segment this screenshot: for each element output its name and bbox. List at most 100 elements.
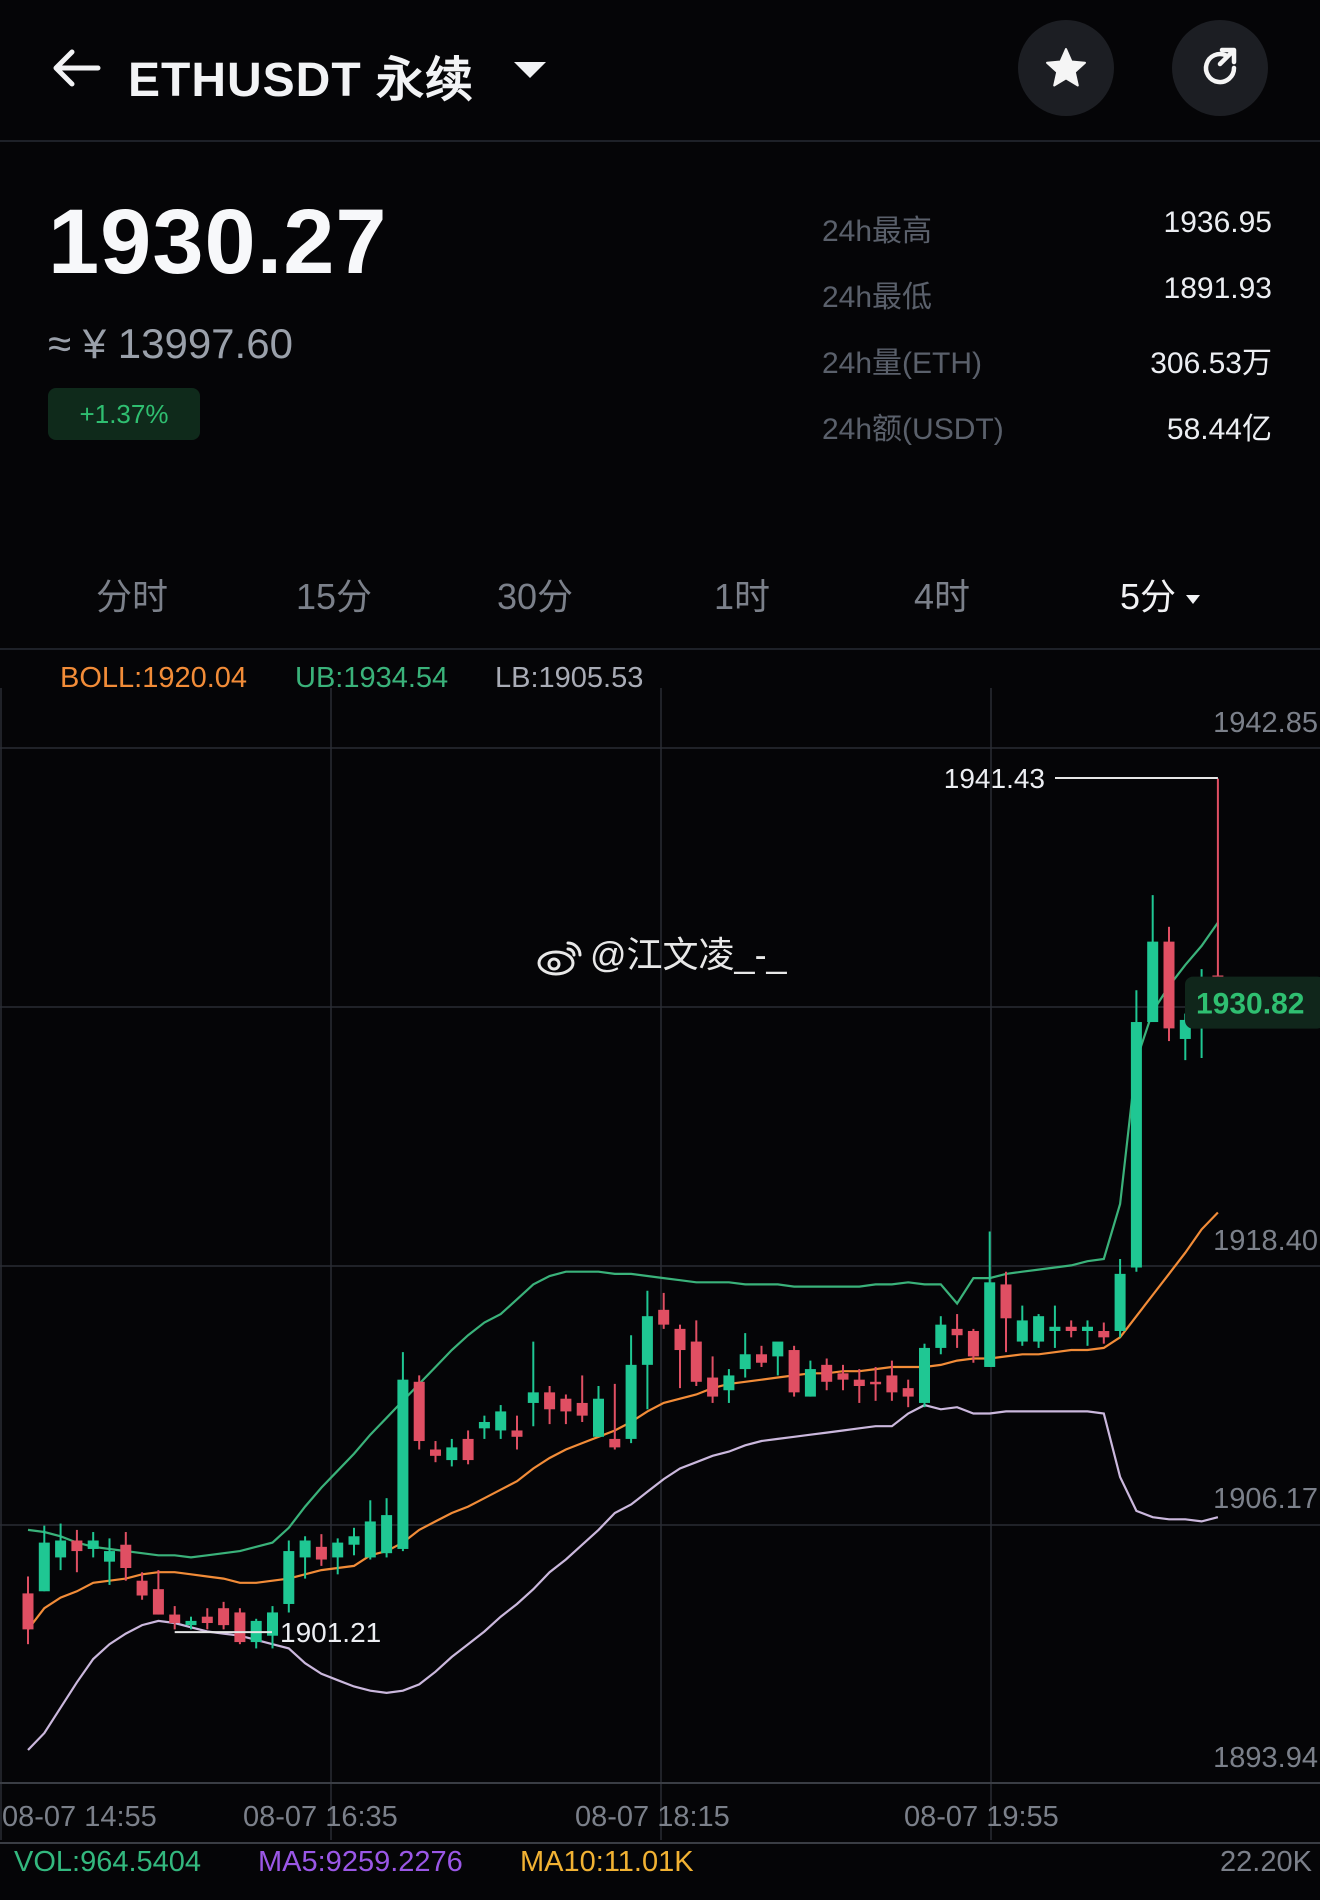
- arrow-left-icon[interactable]: [48, 44, 108, 92]
- volume-axis-max: 22.20K: [1220, 1846, 1312, 1878]
- candle-body: [1130, 1022, 1142, 1268]
- low-marker-label: 1901.21: [280, 1617, 381, 1648]
- candle-body: [1033, 1316, 1045, 1342]
- stat-24h-turnover: 24h额(USDT) 58.44亿: [822, 398, 1272, 464]
- candle-body: [71, 1540, 83, 1552]
- stat-label: 24h最高: [822, 215, 933, 248]
- candle-body: [218, 1608, 230, 1626]
- caret-down-icon[interactable]: [510, 58, 550, 82]
- stat-value: 1936.95: [1163, 206, 1272, 239]
- ma10-indicator: MA10:11.01K: [520, 1846, 694, 1878]
- candle-body: [104, 1551, 115, 1562]
- candle-body: [723, 1375, 735, 1391]
- interval-tabs: 分时 15分 30分 1时 4时 5分: [0, 560, 1320, 630]
- candle-body: [169, 1614, 181, 1624]
- candle-body: [1065, 1326, 1077, 1331]
- ma5-indicator: MA5:9259.2276: [258, 1846, 463, 1878]
- price-cny: ≈ ¥ 13997.60: [48, 320, 293, 367]
- candle-body: [348, 1536, 360, 1545]
- candle-body: [935, 1324, 947, 1348]
- boll-indicator: BOLL:1920.04: [60, 662, 248, 694]
- candle-body: [1000, 1284, 1012, 1319]
- candle-body: [625, 1364, 637, 1439]
- candle-body: [201, 1616, 213, 1624]
- candle-body: [853, 1379, 865, 1387]
- candle-body: [55, 1540, 67, 1558]
- candle-body: [478, 1421, 490, 1429]
- current-price-label: 1930.82: [1196, 988, 1304, 1021]
- x-tick-label: 08-07 16:35: [243, 1801, 398, 1833]
- stat-value: 58.44亿: [1166, 413, 1272, 446]
- caret-down-icon: [1186, 594, 1201, 604]
- candle-body: [1082, 1326, 1093, 1331]
- tab-4h[interactable]: 4时: [914, 568, 970, 620]
- candle-body: [87, 1540, 99, 1549]
- candle-body: [1147, 941, 1159, 1023]
- candle-body: [951, 1328, 963, 1336]
- candle-body: [690, 1341, 702, 1382]
- boll-lower-line: [27, 1403, 1219, 1751]
- kline-chart[interactable]: 1942.85 1918.40 1906.17 1893.94 08-07 14:55 0…: [0, 650, 1320, 1900]
- high-marker-label: 1941.43: [944, 763, 1045, 794]
- candle-body: [804, 1369, 816, 1397]
- candle-body: [185, 1620, 197, 1626]
- watermark: @江文凌_-_: [536, 926, 787, 978]
- candle-body: [788, 1350, 800, 1393]
- y-tick-label: 1906.17: [1213, 1483, 1318, 1515]
- ub-indicator: UB:1934.54: [295, 662, 449, 694]
- candle-body: [136, 1580, 148, 1596]
- candle-body: [593, 1398, 604, 1437]
- y-tick-label: 1942.85: [1213, 707, 1318, 739]
- candle-body: [756, 1354, 767, 1363]
- candle-body: [870, 1381, 882, 1385]
- candle-body: [984, 1282, 996, 1367]
- stat-value: 1891.93: [1163, 272, 1272, 305]
- candle-body: [919, 1347, 930, 1403]
- boll-upper-line: [27, 921, 1219, 1559]
- candle-body: [381, 1515, 393, 1554]
- candle-body: [1049, 1326, 1061, 1331]
- change-percent-badge: +1.37%: [48, 388, 200, 440]
- weibo-icon: [537, 941, 582, 976]
- share-button[interactable]: [1172, 20, 1268, 116]
- candle-body: [1016, 1320, 1028, 1342]
- candle-body: [430, 1449, 441, 1456]
- stat-24h-low: 24h最低 1891.93: [822, 266, 1272, 332]
- stat-label: 24h最低: [822, 281, 933, 314]
- y-tick-label: 1893.94: [1213, 1742, 1318, 1774]
- candle-body: [772, 1341, 784, 1357]
- candle-body: [413, 1381, 425, 1442]
- candle-body: [38, 1542, 50, 1592]
- stat-24h-high: 24h最高 1936.95: [822, 200, 1272, 266]
- candle-body: [544, 1392, 556, 1410]
- candle-body: [299, 1540, 311, 1558]
- tab-30m[interactable]: 30分: [497, 568, 573, 620]
- stat-label: 24h量(ETH): [822, 347, 983, 380]
- candle-body: [674, 1328, 686, 1351]
- candle-body: [821, 1364, 833, 1382]
- candle-body: [315, 1546, 327, 1560]
- x-tick-label: 08-07 14:55: [2, 1801, 157, 1833]
- candle-body: [364, 1521, 376, 1558]
- candle-body: [446, 1447, 458, 1461]
- candle-body: [609, 1438, 621, 1448]
- candle-body: [837, 1373, 849, 1380]
- candle-body: [495, 1411, 507, 1431]
- candle-body: [120, 1544, 132, 1569]
- candle-body: [234, 1612, 246, 1643]
- candle-body: [576, 1402, 588, 1416]
- stat-label: 24h额(USDT): [822, 413, 1004, 446]
- candle-body: [1114, 1273, 1126, 1331]
- volume-indicator: VOL:964.5404: [14, 1846, 202, 1878]
- symbol-title[interactable]: ETHUSDT 永续: [128, 40, 474, 110]
- last-price: 1930.27: [48, 191, 388, 293]
- tab-15m[interactable]: 15分: [296, 568, 372, 620]
- candle-body: [886, 1375, 898, 1393]
- tab-timeline[interactable]: 分时: [96, 568, 168, 620]
- x-tick-label: 08-07 18:15: [575, 1801, 730, 1833]
- tab-5m[interactable]: 5分: [1120, 568, 1201, 620]
- favorite-button[interactable]: [1018, 20, 1114, 116]
- candle-body: [332, 1542, 344, 1558]
- tab-1h[interactable]: 1时: [714, 568, 770, 620]
- watermark-text: @江文凌_-_: [590, 934, 787, 975]
